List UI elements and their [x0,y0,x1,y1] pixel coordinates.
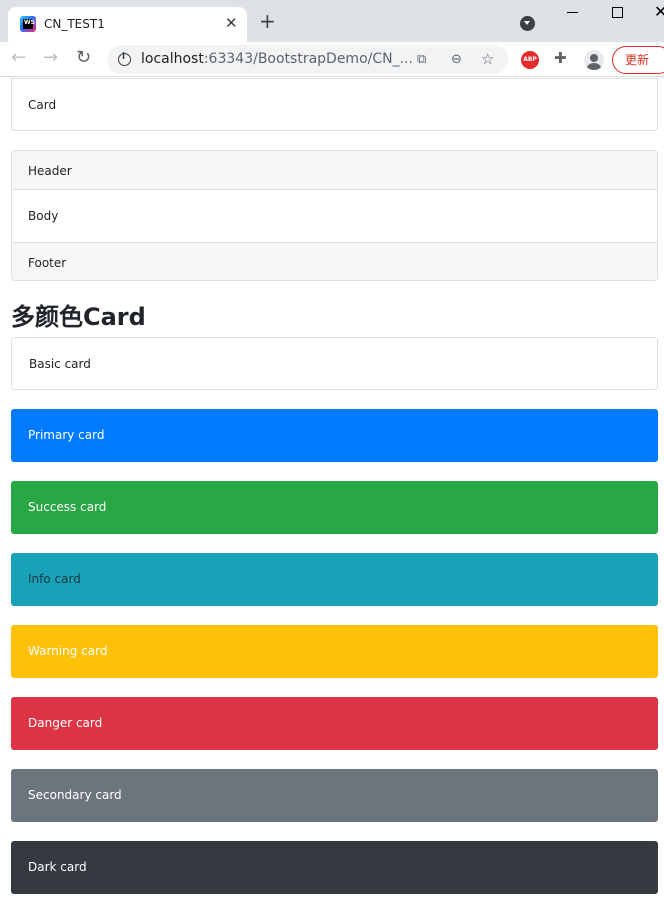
simple-card-body: Card [28,98,57,112]
url-text[interactable]: localhost:63343/BootstrapDemo/CN_... [141,51,413,67]
new-tab-button[interactable]: + [259,11,276,31]
maximize-icon[interactable] [612,7,623,18]
tab-title: CN_TEST1 [44,17,105,31]
site-info-icon[interactable] [118,52,131,66]
success-card: Success card [11,481,658,534]
dark-card: Dark card [11,841,658,894]
reload-icon[interactable]: ↻ [76,48,91,68]
secondary-card: Secondary card [11,769,658,822]
adblock-plus-icon[interactable]: ABP [521,51,539,69]
back-arrow-icon[interactable]: ← [11,48,26,68]
section-heading: 多颜色Card [11,303,146,331]
webstorm-favicon-icon: WS [20,16,36,32]
browser-toolbar: ← → ↻ localhost:63343/BootstrapDemo/CN_.… [0,42,664,77]
primary-card: Primary card [11,409,658,462]
translate-icon[interactable]: ⧉ [417,52,426,67]
header-body-footer-card: Header Body Footer [11,150,658,281]
browser-tab-bar: WS CN_TEST1 ✕ + ✕ [0,0,664,42]
card-footer: Footer [12,242,657,280]
page-viewport[interactable]: Card Header Body Footer 多颜色Card Basic ca… [0,78,664,903]
danger-card: Danger card [11,697,658,750]
tab-close-icon[interactable]: ✕ [225,15,238,31]
simple-card: Card [11,78,658,131]
card-body: Body [28,209,59,223]
window-close-icon[interactable]: ✕ [654,2,664,21]
extensions-puzzle-icon[interactable]: ✚ [554,49,567,67]
browser-tab[interactable]: WS CN_TEST1 ✕ [8,7,247,42]
profile-avatar-icon[interactable] [584,50,604,70]
basic-card: Basic card [11,337,658,390]
address-bar[interactable]: localhost:63343/BootstrapDemo/CN_... ⧉ ⊖… [107,45,508,74]
bookmark-star-icon[interactable]: ☆ [481,52,494,67]
info-card: Info card [11,553,658,606]
zoom-out-icon[interactable]: ⊖ [451,52,462,67]
forward-arrow-icon[interactable]: → [43,48,58,68]
warning-card: Warning card [11,625,658,678]
minimize-icon[interactable] [567,12,578,13]
update-button[interactable]: 更新 [612,46,664,74]
tab-search-icon[interactable] [520,16,535,31]
card-header: Header [12,151,657,190]
